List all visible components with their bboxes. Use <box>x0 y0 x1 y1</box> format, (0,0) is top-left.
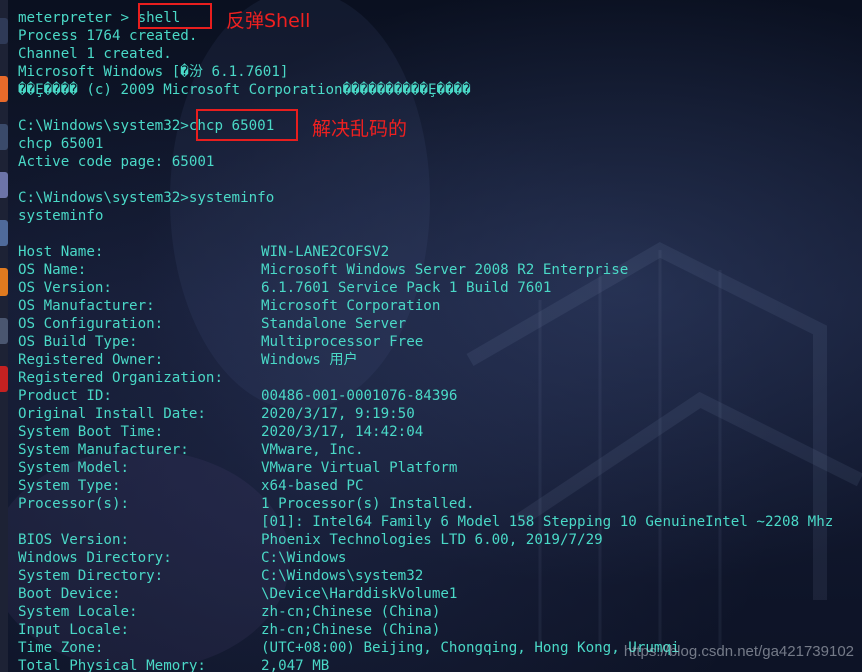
dock-app-icon[interactable] <box>0 366 8 392</box>
sysinfo-label: System Directory: <box>18 568 164 584</box>
sysinfo-value: VMware Virtual Platform <box>261 460 458 476</box>
sysinfo-value: 1 Processor(s) Installed. <box>261 496 475 512</box>
csdn-watermark: https://blog.csdn.net/ga421739102 <box>623 643 854 660</box>
sysinfo-label: System Type: <box>18 478 121 494</box>
sysinfo-label: Product ID: <box>18 388 112 404</box>
sysinfo-label: Registered Owner: <box>18 352 164 368</box>
sysinfo-label: Processor(s): <box>18 496 130 512</box>
dock-app-icon[interactable] <box>0 76 8 102</box>
dock-app-icon[interactable] <box>0 220 8 246</box>
sysinfo-value: VMware, Inc. <box>261 442 364 458</box>
sysinfo-value: C:\Windows <box>261 550 347 566</box>
terminal-output[interactable]: meterpreter > shell Process 1764 created… <box>18 9 862 672</box>
sysinfo-value: Windows 用户 <box>261 352 358 368</box>
sysinfo-value: 6.1.7601 Service Pack 1 Build 7601 <box>261 280 552 296</box>
dock-app-icon[interactable] <box>0 18 8 44</box>
chcp-command-highlight <box>196 109 298 141</box>
sysinfo-label: Time Zone: <box>18 640 104 656</box>
sysinfo-value: Microsoft Windows Server 2008 R2 Enterpr… <box>261 262 629 278</box>
sysinfo-value: 2020/3/17, 9:19:50 <box>261 406 415 422</box>
sysinfo-value: Microsoft Corporation <box>261 298 441 314</box>
sysinfo-label: OS Manufacturer: <box>18 298 155 314</box>
sysinfo-label: System Manufacturer: <box>18 442 189 458</box>
sysinfo-value: (UTC+08:00) Beijing, Chongqing, Hong Kon… <box>261 640 680 656</box>
terminal-line: C:\Windows\system32>systeminfo <box>18 190 275 206</box>
sysinfo-label: OS Version: <box>18 280 112 296</box>
terminal-line: Channel 1 created. <box>18 46 172 62</box>
sysinfo-value: Multiprocessor Free <box>261 334 424 350</box>
sysinfo-label: OS Build Type: <box>18 334 138 350</box>
sysinfo-label: OS Name: <box>18 262 87 278</box>
dock-app-icon[interactable] <box>0 268 8 296</box>
sysinfo-value: x64-based PC <box>261 478 364 494</box>
sysinfo-label: System Locale: <box>18 604 138 620</box>
terminal-line: Microsoft Windows [�汾 6.1.7601] <box>18 64 289 80</box>
sysinfo-value: [01]: Intel64 Family 6 Model 158 Steppin… <box>261 514 834 530</box>
sysinfo-value: Phoenix Technologies LTD 6.00, 2019/7/29 <box>261 532 603 548</box>
sysinfo-value: zh-cn;Chinese (China) <box>261 604 441 620</box>
terminal-line: Process 1764 created. <box>18 28 198 44</box>
sysinfo-label: Registered Organization: <box>18 370 223 386</box>
sysinfo-label: Total Physical Memory: <box>18 658 206 672</box>
dock-app-icon[interactable] <box>0 318 8 344</box>
sysinfo-label: Input Locale: <box>18 622 130 638</box>
sysinfo-value: WIN-LANE2COFSV2 <box>261 244 390 260</box>
sysinfo-label: Windows Directory: <box>18 550 172 566</box>
terminal-line: systeminfo <box>18 208 104 224</box>
sysinfo-label: Original Install Date: <box>18 406 206 422</box>
launcher-dock <box>0 0 8 672</box>
sysinfo-value: 2020/3/17, 14:42:04 <box>261 424 424 440</box>
shell-annotation: 反弹Shell <box>226 10 311 32</box>
terminal-line: chcp 65001 <box>18 136 104 152</box>
sysinfo-value: C:\Windows\system32 <box>261 568 424 584</box>
chcp-annotation: 解决乱码的 <box>312 118 408 140</box>
sysinfo-value: 2,047 MB <box>261 658 330 672</box>
terminal-line: ��Ȩ���� (c) 2009 Microsoft Corporation��… <box>18 82 471 98</box>
terminal-line: Active code page: 65001 <box>18 154 215 170</box>
sysinfo-label: Boot Device: <box>18 586 121 602</box>
sysinfo-label: BIOS Version: <box>18 532 130 548</box>
sysinfo-label: System Boot Time: <box>18 424 164 440</box>
dock-app-icon[interactable] <box>0 124 8 150</box>
sysinfo-value: 00486-001-0001076-84396 <box>261 388 458 404</box>
dock-app-icon[interactable] <box>0 172 8 198</box>
sysinfo-value: zh-cn;Chinese (China) <box>261 622 441 638</box>
sysinfo-value: Standalone Server <box>261 316 407 332</box>
shell-command-highlight <box>138 3 212 29</box>
sysinfo-value: \Device\HarddiskVolume1 <box>261 586 458 602</box>
sysinfo-label: System Model: <box>18 460 130 476</box>
sysinfo-label: OS Configuration: <box>18 316 164 332</box>
sysinfo-label: Host Name: <box>18 244 104 260</box>
